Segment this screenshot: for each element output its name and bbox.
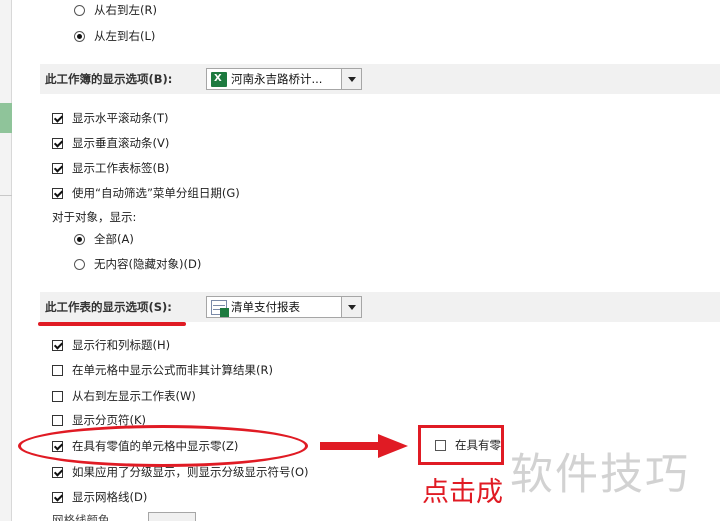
- option-label: 显示水平滚动条(T): [72, 111, 169, 125]
- left-nav-strip: [0, 0, 12, 521]
- checkbox-rtl-sheet[interactable]: [52, 390, 63, 402]
- gridline-color-button[interactable]: [148, 512, 196, 521]
- option-label: 显示网格线(D): [72, 490, 148, 504]
- checkbox-zoom-preview: [435, 439, 446, 451]
- annotation-caption: 点击成: [422, 477, 503, 508]
- objects-all-radio[interactable]: 全部(A): [74, 231, 134, 247]
- checkbox-outline-symbols[interactable]: [52, 466, 63, 478]
- worksheet-options-header: 此工作表的显示选项(S): 清单支付报表: [40, 292, 720, 322]
- checkbox-group-dates[interactable]: [52, 187, 63, 199]
- checkbox-show-formulas[interactable]: [52, 364, 63, 376]
- option-rtl-sheet[interactable]: 从右到左显示工作表(W): [52, 388, 196, 404]
- option-label: 从右到左显示工作表(W): [72, 389, 196, 403]
- option-label: 在单元格中显示公式而非其计算结果(R): [72, 363, 273, 377]
- option-label: 显示行和列标题(H): [72, 338, 171, 352]
- workbook-select-value: 河南永吉路桥计...: [231, 72, 323, 86]
- worksheet-select-dropdown-button[interactable]: [341, 297, 361, 317]
- gridline-color-label: 网格线颜色: [52, 513, 110, 521]
- workbook-select-dropdown-button[interactable]: [341, 69, 361, 89]
- option-label: 显示工作表标签(B): [72, 161, 170, 175]
- zoom-preview-text: 在具有零: [455, 438, 501, 452]
- option-show-hscroll[interactable]: 显示水平滚动条(T): [52, 110, 169, 126]
- option-gridlines[interactable]: 显示网格线(D): [52, 489, 147, 505]
- worksheet-select[interactable]: 清单支付报表: [206, 296, 362, 318]
- nav-selected-indicator: [0, 103, 12, 133]
- excel-workbook-icon: [211, 71, 227, 87]
- option-label: 使用“自动筛选”菜单分组日期(G): [72, 186, 240, 200]
- option-group-dates[interactable]: 使用“自动筛选”菜单分组日期(G): [52, 185, 240, 201]
- watermark-text: 软件技巧: [510, 450, 690, 500]
- checkbox-show-sheet-tabs[interactable]: [52, 162, 63, 174]
- option-show-headers[interactable]: 显示行和列标题(H): [52, 337, 170, 353]
- objects-none-radio[interactable]: 无内容(隐藏对象)(D): [74, 256, 201, 272]
- checkbox-show-hscroll[interactable]: [52, 112, 63, 124]
- chevron-down-icon: [347, 304, 356, 310]
- direction-rtl-radio[interactable]: 从右到左(R): [74, 2, 157, 18]
- checkbox-show-vscroll[interactable]: [52, 137, 63, 149]
- radio-ltr[interactable]: [74, 30, 85, 42]
- checkbox-show-headers[interactable]: [52, 339, 63, 351]
- worksheet-options-title: 此工作表的显示选项(S):: [45, 300, 172, 314]
- nav-divider: [0, 195, 12, 196]
- chevron-down-icon: [347, 76, 356, 82]
- option-show-sheet-tabs[interactable]: 显示工作表标签(B): [52, 160, 169, 176]
- checkbox-page-breaks[interactable]: [52, 414, 63, 426]
- direction-ltr-label: 从左到右(L): [94, 29, 156, 43]
- direction-ltr-radio[interactable]: 从左到右(L): [74, 28, 155, 44]
- option-show-vscroll[interactable]: 显示垂直滚动条(V): [52, 135, 169, 151]
- annotation-arrow-icon: [320, 434, 408, 458]
- radio-objects-none[interactable]: [74, 258, 85, 270]
- annotation-underline: [38, 322, 186, 326]
- option-label: 显示垂直滚动条(V): [72, 136, 170, 150]
- workbook-select[interactable]: 河南永吉路桥计...: [206, 68, 362, 90]
- objects-label: 对于对象，显示:: [52, 210, 137, 224]
- workbook-options-title: 此工作簿的显示选项(B):: [45, 72, 173, 86]
- radio-objects-all[interactable]: [74, 233, 85, 245]
- objects-all-label: 全部(A): [94, 232, 134, 246]
- radio-rtl[interactable]: [74, 4, 85, 16]
- worksheet-select-value: 清单支付报表: [231, 300, 300, 314]
- objects-none-label: 无内容(隐藏对象)(D): [94, 257, 202, 271]
- worksheet-icon: [211, 299, 229, 317]
- option-show-formulas[interactable]: 在单元格中显示公式而非其计算结果(R): [52, 362, 273, 378]
- workbook-options-header: 此工作簿的显示选项(B): 河南永吉路桥计...: [40, 64, 720, 94]
- annotation-ellipse: [18, 425, 308, 467]
- direction-rtl-label: 从右到左(R): [94, 3, 157, 17]
- annotation-zoom-box: 在具有零: [418, 425, 504, 465]
- checkbox-gridlines[interactable]: [52, 491, 63, 503]
